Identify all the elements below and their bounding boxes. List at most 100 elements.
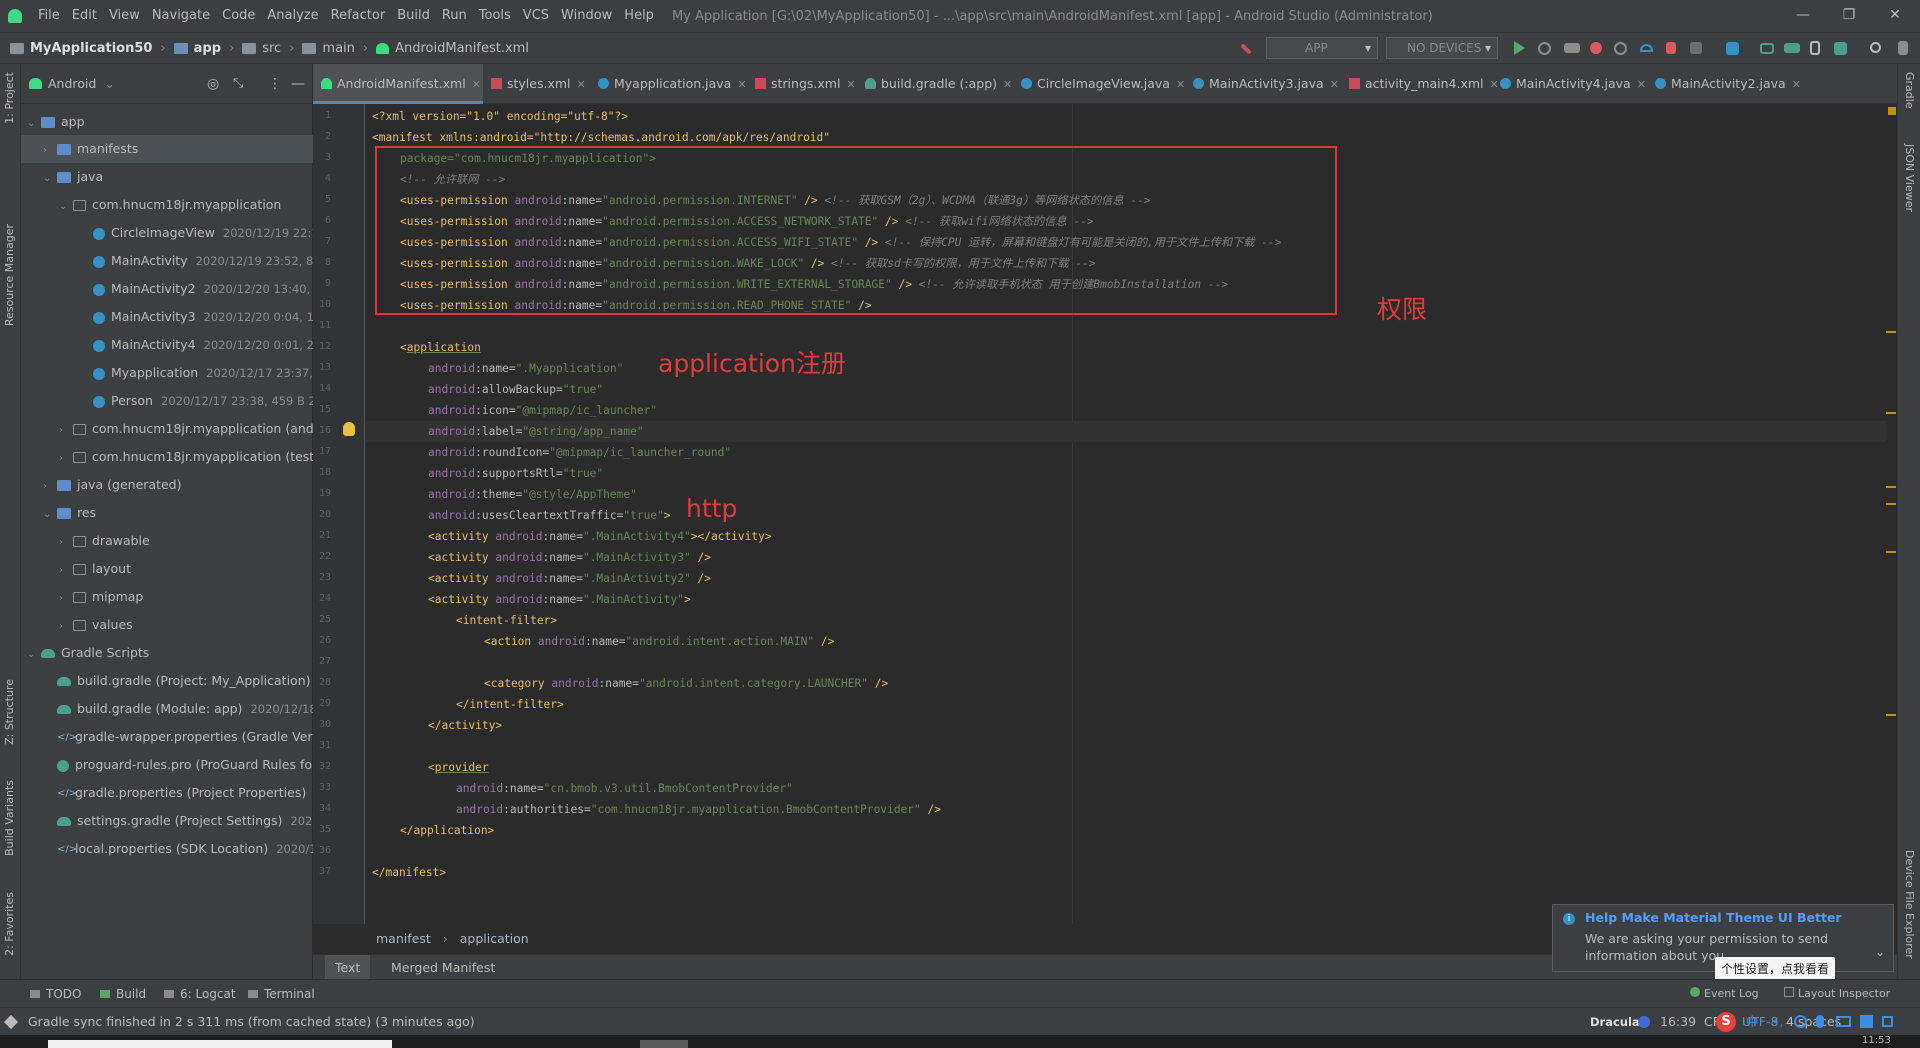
- tree-item-proguard[interactable]: proguard-rules.pro (ProGuard Rules for: [21, 751, 313, 779]
- menu-file[interactable]: File: [32, 0, 66, 32]
- expand-arrow-icon[interactable]: ›: [59, 529, 73, 555]
- error-stripe-mark[interactable]: [1886, 412, 1896, 414]
- tab-text[interactable]: Text: [325, 955, 371, 980]
- chevron-down-icon[interactable]: ⌄: [1875, 945, 1885, 959]
- punctuation-icon[interactable]: •,: [1772, 1008, 1783, 1036]
- maximize-icon[interactable]: ❐: [1826, 0, 1872, 32]
- sync-gradle-icon[interactable]: [1784, 43, 1800, 53]
- tool-tab-logcat[interactable]: 6: Logcat: [164, 980, 236, 1008]
- close-tab-icon[interactable]: ✕: [1003, 78, 1012, 91]
- notification-title[interactable]: Help Make Material Theme UI Better: [1585, 910, 1842, 925]
- project-structure-icon[interactable]: [1726, 42, 1739, 55]
- chevron-down-icon[interactable]: ⌄: [104, 76, 114, 91]
- tool-tab-gradle[interactable]: Gradle: [1903, 72, 1916, 109]
- microphone-icon[interactable]: [1816, 1015, 1824, 1028]
- menu-window[interactable]: Window: [555, 0, 618, 32]
- expand-arrow-icon[interactable]: ⌄: [43, 165, 57, 191]
- editor-crumb-application[interactable]: application: [460, 931, 529, 946]
- close-tab-icon[interactable]: ✕: [577, 78, 586, 91]
- apply-code-changes-icon[interactable]: [1564, 43, 1580, 53]
- more-options-icon[interactable]: ⋮: [268, 76, 282, 92]
- tree-item-class[interactable]: MainActivity4 2020/12/20 0:01, 2.3 kB: [21, 331, 313, 359]
- ide-settings-icon[interactable]: [1898, 41, 1908, 55]
- caret-position[interactable]: 16:39: [1660, 1008, 1696, 1036]
- terminal-icon[interactable]: [1760, 43, 1774, 54]
- tree-item-class[interactable]: Myapplication 2020/12/17 23:37, 1.3: [21, 359, 313, 387]
- tree-item-res-folder[interactable]: › mipmap: [21, 583, 313, 611]
- inspection-status-icon[interactable]: [1888, 107, 1896, 115]
- breadcrumb-app[interactable]: app: [194, 41, 221, 56]
- tab-myapplication[interactable]: Myapplication.java ✕: [590, 64, 747, 104]
- tab-mainactivity2[interactable]: MainActivity2.java ✕: [1647, 64, 1801, 104]
- close-tab-icon[interactable]: ✕: [737, 78, 746, 91]
- breadcrumb-src[interactable]: src: [262, 41, 281, 56]
- run-icon[interactable]: [1514, 41, 1525, 55]
- ime-logo-icon[interactable]: S: [1716, 1012, 1736, 1032]
- apply-changes-icon[interactable]: [1538, 42, 1551, 55]
- project-view-select[interactable]: Android: [48, 76, 96, 91]
- tool-tab-event-log[interactable]: Event Log: [1690, 980, 1759, 1008]
- attach-debugger-icon[interactable]: [1640, 44, 1653, 52]
- tree-item-res-folder[interactable]: › drawable: [21, 527, 313, 555]
- locate-file-icon[interactable]: ◎: [207, 76, 219, 92]
- tab-strings[interactable]: strings.xml ✕: [747, 64, 856, 104]
- menu-build[interactable]: Build: [391, 0, 436, 32]
- avd-manager-icon[interactable]: [1810, 41, 1820, 55]
- error-stripe-mark[interactable]: [1886, 486, 1896, 488]
- menu-analyze[interactable]: Analyze: [261, 0, 324, 32]
- error-stripe-mark[interactable]: [1886, 331, 1896, 333]
- tree-item-res[interactable]: ⌄ res: [21, 499, 313, 527]
- tab-androidmanifest[interactable]: AndroidManifest.xml ✕: [313, 64, 483, 104]
- expand-arrow-icon[interactable]: ›: [59, 417, 73, 443]
- stop-icon[interactable]: [1690, 42, 1702, 54]
- tree-item-java-generated[interactable]: › java (generated): [21, 471, 313, 499]
- tree-item-properties[interactable]: </>local.properties (SDK Location) 2020/1…: [21, 835, 313, 863]
- tool-tab-build-variants[interactable]: Build Variants: [3, 780, 16, 856]
- tree-item-res-folder[interactable]: › values: [21, 611, 313, 639]
- tool-tab-device-file-explorer[interactable]: Device File Explorer: [1903, 850, 1916, 959]
- tool-tab-project[interactable]: 1: Project: [3, 72, 16, 124]
- tree-item-class[interactable]: MainActivity3 2020/12/20 0:04, 1.74 k: [21, 303, 313, 331]
- keyboard-icon[interactable]: [1836, 1016, 1851, 1027]
- tab-build-gradle[interactable]: build.gradle (:app) ✕: [857, 64, 1012, 104]
- expand-arrow-icon[interactable]: ⌄: [27, 641, 41, 667]
- tree-item-manifests[interactable]: › manifests: [21, 135, 313, 163]
- menu-edit[interactable]: Edit: [66, 0, 103, 32]
- ime-mode[interactable]: 中: [1746, 1008, 1759, 1036]
- expand-arrow-icon[interactable]: ⌄: [27, 110, 41, 136]
- breadcrumb-file[interactable]: AndroidManifest.xml: [395, 41, 529, 56]
- tool-tab-build[interactable]: Build: [100, 980, 146, 1008]
- tree-item-class[interactable]: CircleImageView 2020/12/19 22:13, 2: [21, 219, 313, 247]
- emoji-icon[interactable]: [1794, 1015, 1807, 1028]
- menu-refactor[interactable]: Refactor: [325, 0, 392, 32]
- close-icon[interactable]: ✕: [1872, 0, 1918, 32]
- expand-arrow-icon[interactable]: ›: [59, 585, 73, 611]
- tool-tab-resource-manager[interactable]: Resource Manager: [3, 224, 16, 326]
- taskbar-item[interactable]: [640, 1040, 688, 1048]
- tree-item-class[interactable]: Person 2020/12/17 23:38, 459 B 2020,: [21, 387, 313, 415]
- tree-item-app[interactable]: ⌄ app: [21, 108, 313, 136]
- menu-navigate[interactable]: Navigate: [146, 0, 216, 32]
- tree-item-package[interactable]: ⌄ com.hnucm18jr.myapplication: [21, 191, 313, 219]
- menu-code[interactable]: Code: [216, 0, 261, 32]
- search-icon[interactable]: [1870, 42, 1881, 53]
- tool-tab-todo[interactable]: TODO: [30, 980, 81, 1008]
- close-tab-icon[interactable]: ✕: [1637, 78, 1646, 91]
- tree-item-class[interactable]: MainActivity 2020/12/19 23:52, 8.39 k: [21, 247, 313, 275]
- toolbox-icon[interactable]: [1882, 1016, 1893, 1027]
- tab-merged-manifest[interactable]: Merged Manifest: [381, 955, 505, 980]
- menu-vcs[interactable]: VCS: [517, 0, 555, 32]
- tool-tab-layout-inspector[interactable]: Layout Inspector: [1784, 980, 1890, 1008]
- menu-run[interactable]: Run: [436, 0, 473, 32]
- tree-item-gradle-scripts[interactable]: ⌄ Gradle Scripts: [21, 639, 313, 667]
- collapse-all-icon[interactable]: ⤡: [233, 76, 243, 91]
- tab-mainactivity4[interactable]: MainActivity4.java ✕: [1492, 64, 1646, 104]
- tree-item-class[interactable]: MainActivity2 2020/12/20 13:40, 3.32: [21, 275, 313, 303]
- tree-item-properties[interactable]: </>gradle.properties (Project Properties…: [21, 779, 313, 807]
- error-stripe-mark[interactable]: [1886, 714, 1896, 716]
- close-tab-icon[interactable]: ✕: [1176, 78, 1185, 91]
- tab-activity-main4[interactable]: activity_main4.xml ✕: [1341, 64, 1499, 104]
- stop-gradle-icon[interactable]: [1666, 42, 1676, 54]
- tool-windows-toggle-icon[interactable]: [3, 1014, 19, 1030]
- run-config-select[interactable]: APP ▾: [1266, 37, 1378, 59]
